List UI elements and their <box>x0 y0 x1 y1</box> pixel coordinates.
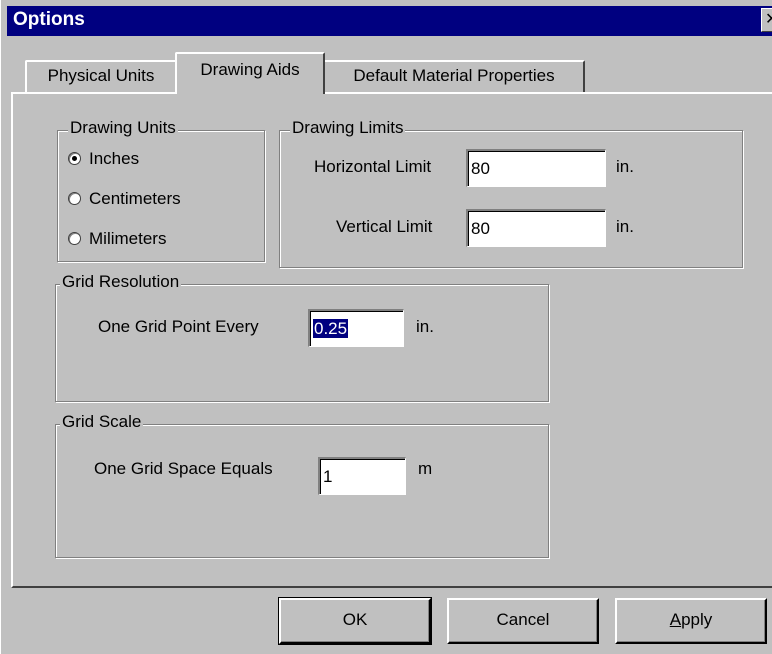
grid-point-unit: in. <box>416 317 434 336</box>
drawing-limits-group: Drawing Limits Horizontal Limit 80 in. V… <box>279 118 743 268</box>
radio-centimeters[interactable]: Centimeters <box>68 189 181 209</box>
grid-scale-group: Grid Scale One Grid Space Equals 1 m <box>55 412 549 558</box>
radio-label: Inches <box>89 149 140 168</box>
grid-space-label: One Grid Space Equals <box>94 459 273 478</box>
cancel-label: Cancel <box>496 610 550 629</box>
apply-button[interactable]: Apply <box>615 598 767 644</box>
tab-default-material-properties[interactable]: Default Material Properties <box>323 60 585 92</box>
radio-label: Milimeters <box>89 229 167 248</box>
grid-space-value: 1 <box>323 467 333 486</box>
cancel-button[interactable]: Cancel <box>447 598 599 644</box>
grid-space-input[interactable]: 1 <box>318 457 406 495</box>
drawing-limits-title: Drawing Limits <box>290 118 406 138</box>
radio-checked-icon <box>68 152 81 165</box>
tab-label: Drawing Aids <box>200 60 300 79</box>
grid-resolution-group: Grid Resolution One Grid Point Every 0.2… <box>55 272 549 402</box>
tab-panel-drawing-aids: Drawing Units Inches Centimeters Milimet… <box>11 92 772 588</box>
dialog-title: Options <box>13 9 85 30</box>
horizontal-limit-value: 80 <box>471 159 490 178</box>
radio-milimeters[interactable]: Milimeters <box>68 229 166 249</box>
drawing-units-title: Drawing Units <box>68 118 178 138</box>
tab-label: Physical Units <box>47 66 155 85</box>
radio-label: Centimeters <box>89 189 181 208</box>
radio-unchecked-icon <box>68 232 81 245</box>
grid-space-unit: m <box>418 459 433 478</box>
apply-label: pply <box>681 610 713 629</box>
vertical-limit-unit: in. <box>616 217 634 236</box>
ok-button[interactable]: OK <box>278 597 432 645</box>
title-bar[interactable]: Options ✕ <box>7 6 772 36</box>
vertical-limit-input[interactable]: 80 <box>466 209 606 247</box>
vertical-limit-label: Vertical Limit <box>336 217 433 236</box>
horizontal-limit-label: Horizontal Limit <box>314 157 432 176</box>
grid-scale-title: Grid Scale <box>60 412 144 432</box>
options-dialog: Options ✕ Physical Units Drawing Aids De… <box>0 0 772 654</box>
close-icon: ✕ <box>765 11 772 28</box>
grid-resolution-title: Grid Resolution <box>60 272 182 292</box>
grid-point-label: One Grid Point Every <box>98 317 259 336</box>
close-button[interactable]: ✕ <box>761 8 772 32</box>
horizontal-limit-input[interactable]: 80 <box>466 149 606 187</box>
radio-inches[interactable]: Inches <box>68 149 139 169</box>
grid-point-value: 0.25 <box>313 319 349 338</box>
tab-physical-units[interactable]: Physical Units <box>25 60 177 92</box>
apply-accelerator: A <box>669 610 682 629</box>
tab-drawing-aids[interactable]: Drawing Aids <box>175 52 325 94</box>
tab-label: Default Material Properties <box>353 66 555 85</box>
horizontal-limit-unit: in. <box>616 157 634 176</box>
ok-label: OK <box>342 610 368 629</box>
drawing-units-group: Drawing Units Inches Centimeters Milimet… <box>57 118 265 262</box>
radio-unchecked-icon <box>68 192 81 205</box>
vertical-limit-value: 80 <box>471 219 490 238</box>
grid-point-input[interactable]: 0.25 <box>308 309 404 347</box>
